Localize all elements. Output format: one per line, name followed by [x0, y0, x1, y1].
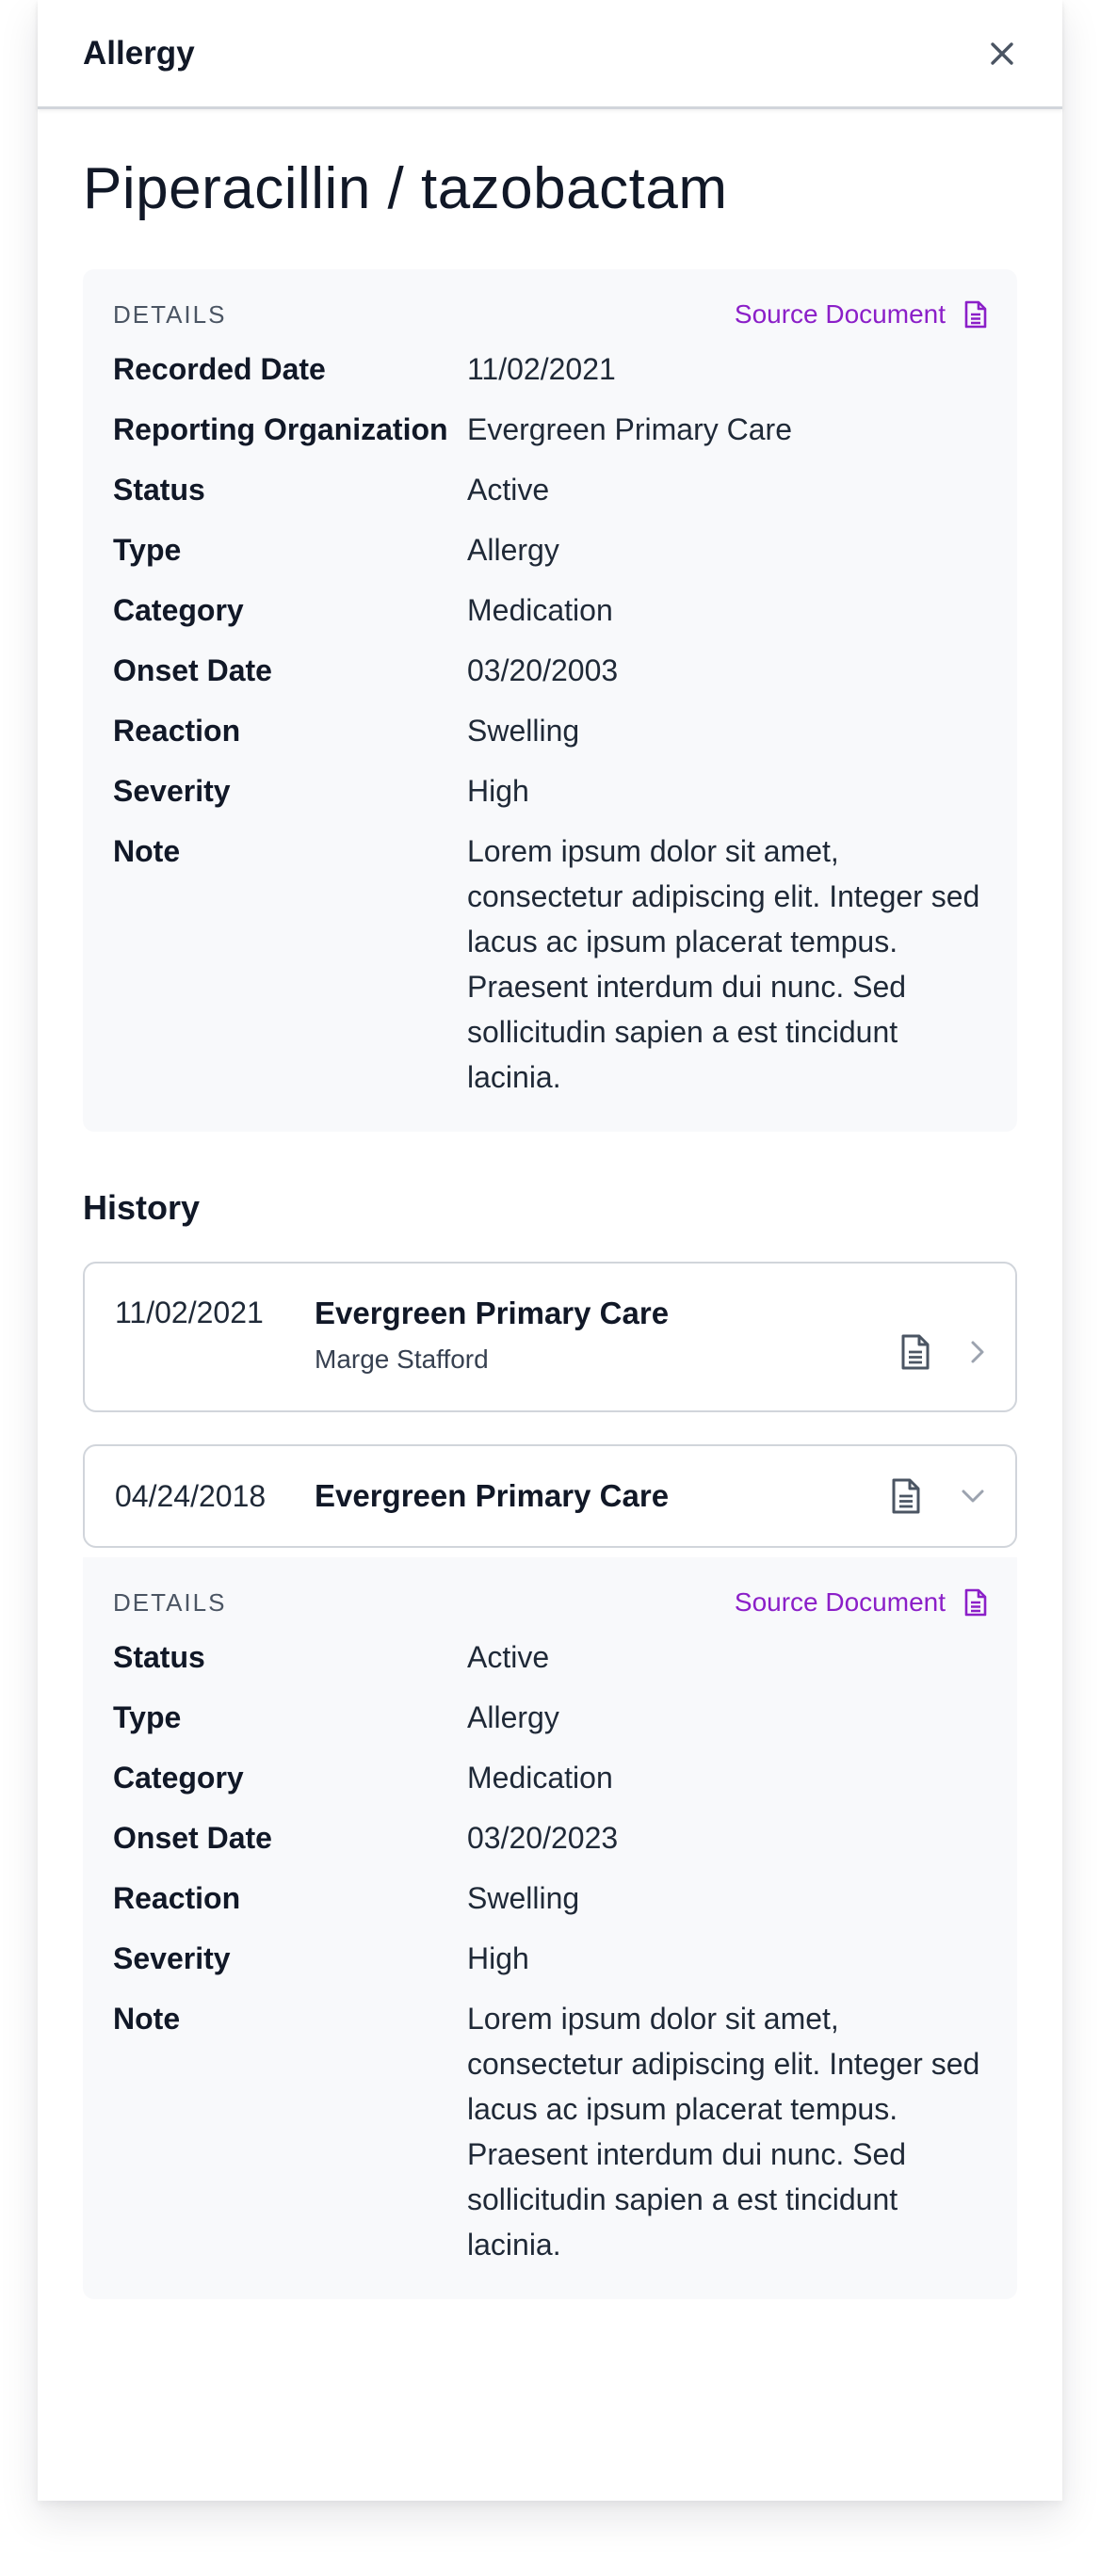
detail-row: Reporting Organization Evergreen Primary … [113, 407, 987, 452]
detail-row: Severity High [113, 1936, 987, 1981]
source-document-link[interactable]: Source Document [735, 1587, 987, 1618]
details-card: DETAILS Source Document Recorded Date 11/… [83, 269, 1017, 1133]
detail-value: High [467, 774, 529, 809]
detail-value: Allergy [467, 1700, 559, 1735]
panel-title: Allergy [83, 34, 195, 72]
detail-value: Medication [467, 1761, 613, 1795]
detail-key: Onset Date [113, 653, 272, 688]
detail-row: Note Lorem ipsum dolor sit amet, consecte… [113, 829, 987, 1100]
page-title: Piperacillin / tazobactam [83, 156, 728, 221]
detail-value: Active [467, 473, 550, 507]
detail-value: 03/20/2023 [467, 1821, 619, 1856]
details-rows: Recorded Date 11/02/2021 Reporting Organi… [113, 346, 987, 1100]
detail-key: Severity [113, 1941, 231, 1976]
details-label: DETAILS [113, 299, 227, 329]
detail-key: Note [113, 2002, 181, 2037]
allergy-panel: Allergy Piperacillin / tazobactam DETAIL… [38, 0, 1062, 2501]
detail-value: 11/02/2021 [467, 352, 616, 387]
source-document-label: Source Document [734, 299, 946, 330]
detail-row: Reaction Swelling [113, 1876, 987, 1921]
history-date: 11/02/2021 [115, 1296, 264, 1330]
panel-content: Piperacillin / tazobactam DETAILS Source… [38, 109, 1062, 2300]
detail-row: Reaction Swelling [113, 708, 987, 753]
detail-key: Note [113, 834, 181, 869]
history-item[interactable]: 11/02/2021 Evergreen Primary Care Marge … [83, 1262, 1017, 1413]
detail-key: Recorded Date [113, 352, 326, 387]
history-item[interactable]: 04/24/2018 Evergreen Primary Care [83, 1444, 1017, 1549]
detail-key: Reporting Organization [113, 412, 448, 447]
detail-value: Active [467, 1640, 550, 1675]
chevron-down-icon[interactable] [961, 1489, 985, 1504]
detail-value: Evergreen Primary Care [467, 412, 792, 447]
document-icon[interactable] [891, 1477, 921, 1515]
detail-value: Medication [467, 593, 613, 628]
history-details-rows: Status Active Type Allergy Category Medicat… [113, 1634, 987, 2267]
detail-key: Onset Date [113, 1821, 272, 1856]
history-person: Marge Stafford [315, 1344, 489, 1375]
document-icon [964, 1589, 987, 1617]
detail-key: Severity [113, 774, 231, 809]
detail-key: Category [113, 593, 244, 628]
detail-row: Onset Date 03/20/2023 [113, 1815, 987, 1860]
close-icon [991, 41, 1013, 65]
detail-key: Status [113, 473, 205, 507]
history-date: 04/24/2018 [115, 1478, 267, 1513]
panel-header: Allergy [38, 0, 1062, 109]
detail-key: Reaction [113, 1881, 241, 1916]
detail-value: Swelling [467, 1881, 580, 1916]
detail-value: Lorem ipsum dolor sit amet, consectetur … [467, 2002, 980, 2262]
detail-row: Category Medication [113, 1755, 987, 1800]
detail-row: Onset Date 03/20/2003 [113, 648, 987, 693]
details-label: DETAILS [113, 1587, 227, 1617]
document-icon [964, 301, 987, 329]
detail-key: Type [113, 533, 182, 568]
detail-value: High [467, 1941, 529, 1976]
detail-row: Category Medication [113, 588, 987, 633]
history-details-card: DETAILS Source Document Status Active Typ… [83, 1557, 1017, 2300]
detail-key: Type [113, 1700, 182, 1735]
detail-key: Status [113, 1640, 205, 1675]
chevron-right-icon[interactable] [970, 1340, 985, 1364]
detail-key: Reaction [113, 714, 241, 749]
detail-row: Type Allergy [113, 1695, 987, 1740]
history-organization: Evergreen Primary Care [315, 1478, 670, 1514]
detail-row: Severity High [113, 768, 987, 813]
detail-row: Note Lorem ipsum dolor sit amet, consecte… [113, 1996, 987, 2267]
document-icon[interactable] [900, 1333, 930, 1371]
history-title: History [83, 1188, 201, 1228]
detail-key: Category [113, 1761, 244, 1795]
detail-row: Type Allergy [113, 527, 987, 572]
detail-value: Lorem ipsum dolor sit amet, consectetur … [467, 834, 980, 1095]
detail-value: Swelling [467, 714, 580, 749]
close-button[interactable] [979, 31, 1025, 76]
detail-value: Allergy [467, 533, 559, 568]
source-document-link[interactable]: Source Document [735, 299, 987, 330]
source-document-label: Source Document [734, 1587, 946, 1618]
detail-value: 03/20/2003 [467, 653, 619, 688]
detail-row: Recorded Date 11/02/2021 [113, 346, 987, 392]
detail-row: Status Active [113, 467, 987, 512]
detail-row: Status Active [113, 1634, 987, 1680]
history-organization: Evergreen Primary Care [315, 1296, 670, 1331]
